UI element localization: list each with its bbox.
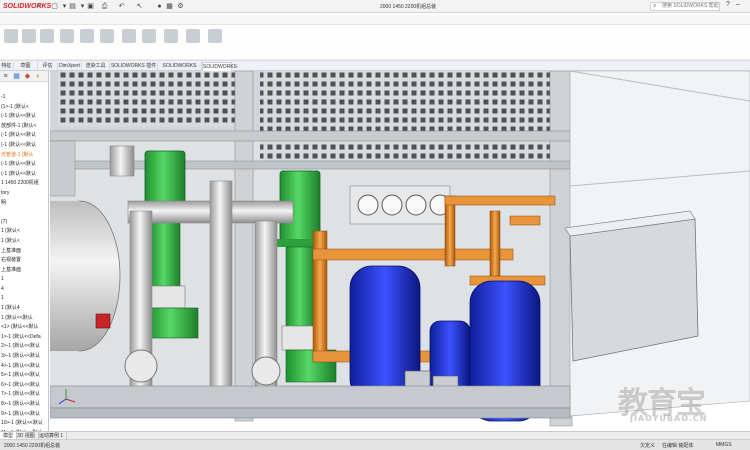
status-document: 2000 1450 2200机组总装 <box>4 443 61 449</box>
title-bar: SOLIDWORKS ▸ ▢ ▾ ▤ ▾ ▣ ⎙ ↶ ↖ ● ▦ ⚙ 2000 … <box>0 0 750 13</box>
feature-tree-item[interactable]: (1>-1 (默认< <box>0 103 48 113</box>
feature-tree-item[interactable]: 2>-1 (默认<<默认 <box>0 342 48 352</box>
file-properties-icon[interactable]: ▦ <box>165 2 174 11</box>
chiller-model <box>50 71 750 427</box>
feature-tree-item[interactable]: -1 <box>0 93 48 103</box>
feature-tree-item[interactable]: 4>-1 (默认<<默认 <box>0 362 48 372</box>
help-icon[interactable]: ? <box>726 1 730 8</box>
feature-tree-item[interactable]: (-1 (默认<<默认 <box>0 131 48 141</box>
feature-tree-item[interactable]: 1 (默认< <box>0 227 48 237</box>
tab-solidworks-mbd[interactable]: SOLIDWORKS MBD <box>158 62 202 78</box>
search-icon: ⌕ <box>653 3 657 9</box>
feature-tree-item[interactable]: (7) <box>0 218 48 228</box>
tab-feature[interactable]: 特征 <box>0 62 14 71</box>
tab-solidworks-addins[interactable]: SOLIDWORKS 插件 <box>110 62 158 71</box>
document-title: 2000 1450 2200机组总装 <box>380 4 437 10</box>
feature-tree-item[interactable]: 1 <box>0 294 48 304</box>
feature-manager-tabs: ≡ ▦ ◆ ◐ <box>0 71 48 82</box>
feature-tree-item[interactable]: 1 (默认<<默认 <box>0 314 48 324</box>
feature-tree-item[interactable]: 1>-1 (默认<<Defa <box>0 333 48 343</box>
select-icon[interactable]: ↖ <box>135 2 144 11</box>
tab-evaluate[interactable]: 评估 <box>38 62 58 71</box>
solidworks-logo[interactable]: SOLIDWORKS <box>0 1 54 12</box>
feature-tree-icon[interactable]: ≡ <box>1 72 10 81</box>
feature-tree-item[interactable]: 右视装置 <box>0 256 48 266</box>
open-icon[interactable]: ▤ <box>68 2 77 11</box>
feature-tree-item[interactable]: 9>-1 (默认<<默认 <box>0 410 48 420</box>
config-icon[interactable]: ◆ <box>23 72 32 81</box>
feature-tree-item[interactable]: 6>-1 (默认<<默认 <box>0 381 48 391</box>
status-editing: 在编辑 装配体 <box>662 443 694 449</box>
feature-tree-item[interactable]: 1 (默认< <box>0 237 48 247</box>
feature-tree-item[interactable]: 7>-1 (默认<<默认 <box>0 390 48 400</box>
new-icon[interactable]: ▢ <box>50 2 59 11</box>
feature-tree-item[interactable]: 4 <box>0 285 48 295</box>
status-bar: 2000 1450 2200机组总装 欠定义 在编辑 装配体 MMGS <box>0 439 750 450</box>
help-search-input[interactable]: ⌕ 搜索 SOLIDWORKS 帮助 <box>650 2 720 11</box>
feature-tree-item[interactable]: 1 <box>0 275 48 285</box>
search-placeholder: 搜索 SOLIDWORKS 帮助 <box>662 3 719 9</box>
menu-arrow-icon[interactable]: ▸ <box>38 2 41 9</box>
feature-tree-item[interactable]: 上基准面 <box>0 247 48 257</box>
feature-tree: -1 (1>-1 (默认< (-1 (默认<<默认 放部件-1 (默认< (-1 (默认… <box>0 93 48 431</box>
tab-solidworks-simulation[interactable]: SOLIDWORKS 模拟 <box>202 62 237 79</box>
feature-tree-item[interactable] <box>0 208 48 218</box>
save-icon[interactable]: ▣ <box>86 2 95 11</box>
options-icon[interactable]: ⚙ <box>176 2 185 11</box>
status-units[interactable]: MMGS <box>716 442 732 448</box>
watermark-sub: JIAOYUBAO.CN <box>630 414 708 423</box>
feature-manager-panel: ≡ ▦ ◆ ◐ -1 (1>-1 (默认< (-1 (默认<<默认 放部件-1 (默认… <box>0 71 49 431</box>
feature-tree-item[interactable]: (-1 (默认<<默认 <box>0 170 48 180</box>
appearance-icon[interactable]: ◐ <box>34 72 43 81</box>
print-icon[interactable]: ⎙ <box>100 2 109 11</box>
feature-tree-item[interactable]: (-1 (默认<<默认 <box>0 141 48 151</box>
feature-tree-item[interactable]: 明 <box>0 199 48 209</box>
feature-tree-item[interactable]: 光管道-1 (默认 <box>0 151 48 161</box>
feature-tree-item[interactable]: 10>-1 (默认<<默认 <box>0 419 48 429</box>
property-icon[interactable]: ▦ <box>12 72 21 81</box>
feature-tree-item[interactable]: <1> (默认<<默认 <box>0 323 48 333</box>
feature-tree-item[interactable]: (-1 (默认<<默认 <box>0 160 48 170</box>
feature-tree-item[interactable]: tory <box>0 189 48 199</box>
watermark-logo: 教育宝 JIAOYUBAO.CN <box>618 378 738 424</box>
feature-tree-item[interactable]: 8>-1 (默认<<默认 <box>0 400 48 410</box>
command-manager-tabs: 特征 草图 评估 DimXpert 渲染工具 SOLIDWORKS 插件 SOL… <box>0 61 750 79</box>
status-definition: 欠定义 <box>640 443 656 449</box>
feature-tree-item[interactable]: 3>-1 (默认<<默认 <box>0 352 48 362</box>
undo-icon[interactable]: ↶ <box>117 2 126 11</box>
tab-sketch[interactable]: 草图 <box>14 62 38 71</box>
rebuild-icon[interactable]: ● <box>155 2 164 11</box>
graphics-viewport[interactable] <box>50 71 750 431</box>
ribbon <box>0 13 750 61</box>
feature-tree-item[interactable]: 放部件-1 (默认< <box>0 122 48 132</box>
tab-render-tools[interactable]: 渲染工具 <box>82 62 110 71</box>
feature-tree-item[interactable]: 上基准面 <box>0 266 48 276</box>
feature-tree-item[interactable]: (-1 (默认<<默认 <box>0 112 48 122</box>
document-tabs: 模型 3D 视图 运动算例 1 <box>0 431 750 440</box>
feature-tree-item[interactable]: 1 (默认4 <box>0 304 48 314</box>
minimize-icon[interactable]: – <box>736 1 740 8</box>
ribbon-icons[interactable] <box>0 13 750 61</box>
feature-tree-item[interactable]: 5>-1 (默认<<默认 <box>0 371 48 381</box>
tab-dimxpert[interactable]: DimXpert <box>58 62 82 71</box>
feature-tree-item[interactable]: 1 1450 2200机组 <box>0 179 48 189</box>
